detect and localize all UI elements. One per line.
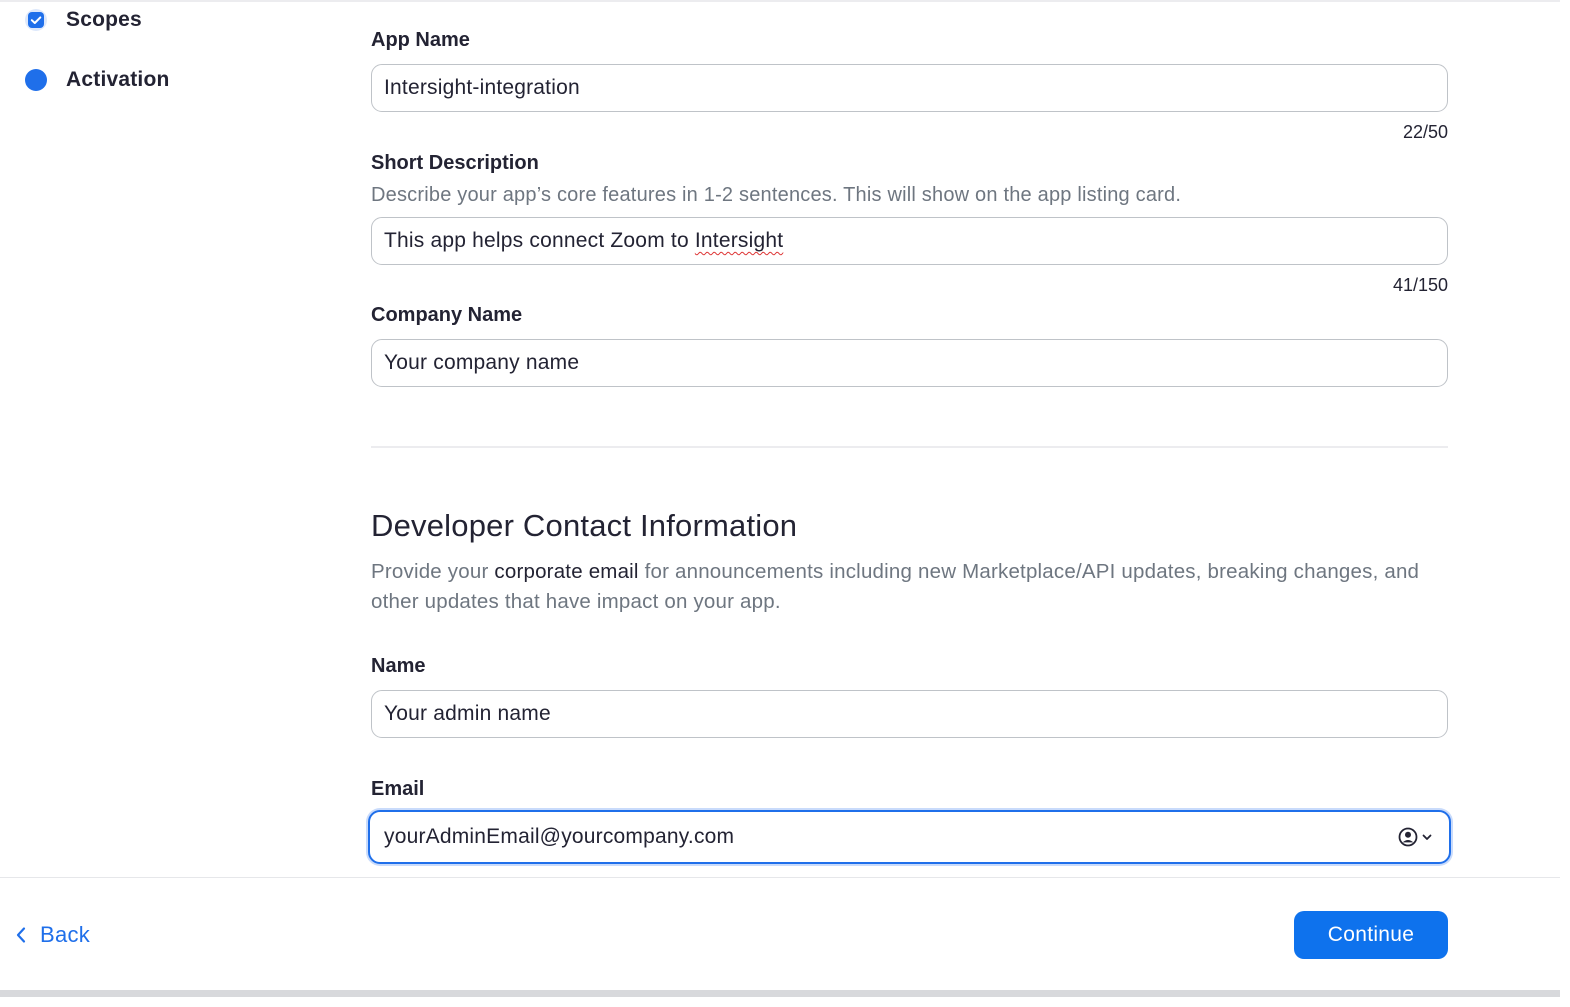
corporate-email-emphasis: corporate email (494, 560, 639, 583)
footer-divider (0, 877, 1560, 878)
short-description-label: Short Description (371, 152, 539, 174)
step-label: Activation (66, 68, 170, 91)
short-description-input[interactable]: This app helps connect Zoom to Intersigh… (371, 217, 1448, 265)
chevron-down-icon (1422, 834, 1432, 840)
autofill-contact-button[interactable] (1397, 826, 1433, 848)
top-rule (0, 0, 1570, 2)
short-description-value: This app helps connect Zoom to Intersigh… (384, 229, 784, 252)
current-step-dot-icon (25, 69, 47, 91)
contact-name-input[interactable]: Your admin name (371, 690, 1448, 738)
back-label: Back (40, 922, 91, 947)
step-activation[interactable]: Activation (25, 68, 170, 92)
short-description-help: Describe your app’s core features in 1-2… (371, 184, 1182, 206)
developer-contact-heading: Developer Contact Information (371, 508, 798, 543)
developer-contact-description: Provide your corporate email for announc… (371, 560, 1420, 613)
app-name-char-counter: 22/50 (1402, 122, 1448, 142)
chevron-left-icon (16, 927, 26, 943)
company-name-label: Company Name (371, 304, 523, 326)
step-label: Scopes (66, 8, 142, 31)
app-name-value: Intersight-integration (384, 76, 580, 99)
window-right-edge (1560, 0, 1570, 1007)
app-name-label: App Name (371, 29, 470, 51)
step-scopes[interactable]: Scopes (25, 8, 142, 32)
section-divider (371, 446, 1448, 448)
contact-email-label: Email (371, 778, 425, 800)
back-button[interactable]: Back (14, 922, 90, 948)
contact-name-value: Your admin name (384, 702, 551, 725)
checkbox-checked-icon (25, 9, 47, 31)
continue-button[interactable]: Continue (1294, 911, 1448, 959)
contact-email-value: yourAdminEmail@yourcompany.com (384, 825, 735, 848)
contact-name-label: Name (371, 655, 426, 677)
contact-email-input[interactable]: yourAdminEmail@yourcompany.com (368, 810, 1451, 864)
window-bottom-edge (0, 990, 1560, 997)
company-name-input[interactable]: Your company name (371, 339, 1448, 387)
short-description-char-counter: 41/150 (1392, 275, 1448, 295)
company-name-value: Your company name (384, 351, 580, 374)
contact-card-icon (1398, 827, 1418, 847)
app-name-input[interactable]: Intersight-integration (371, 64, 1448, 112)
spellcheck-flagged-word: Intersight (694, 229, 784, 252)
